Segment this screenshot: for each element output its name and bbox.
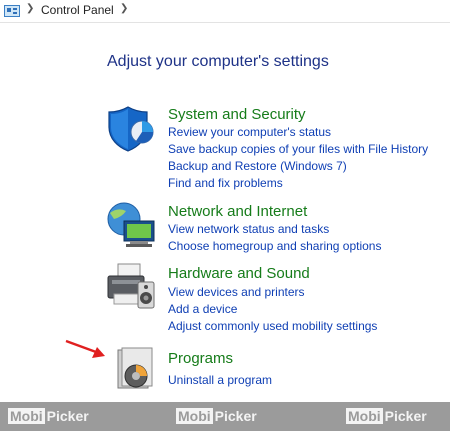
- link-add-device[interactable]: Add a device: [168, 302, 237, 316]
- category-system-security[interactable]: System and Security: [168, 106, 306, 123]
- link-uninstall-program[interactable]: Uninstall a program: [168, 373, 272, 387]
- breadcrumb-control-panel[interactable]: Control Panel: [41, 3, 114, 17]
- category-network-internet[interactable]: Network and Internet: [168, 203, 307, 220]
- link-devices-printers[interactable]: View devices and printers: [168, 285, 305, 299]
- page-title: Adjust your computer's settings: [107, 53, 329, 70]
- link-backup-restore[interactable]: Backup and Restore (Windows 7): [168, 159, 347, 173]
- link-mobility-settings[interactable]: Adjust commonly used mobility settings: [168, 319, 377, 333]
- programs-disc-icon: [117, 347, 153, 389]
- chevron-right-icon[interactable]: ❯: [120, 3, 128, 14]
- watermark: Mobi Picker: [176, 408, 257, 424]
- chevron-right-icon[interactable]: ❯: [26, 3, 34, 14]
- link-find-fix[interactable]: Find and fix problems: [168, 176, 283, 190]
- shield-icon: [108, 106, 154, 152]
- link-review-status[interactable]: Review your computer's status: [168, 125, 331, 139]
- printer-speaker-icon: [107, 263, 155, 309]
- annotation-arrow-icon: [65, 339, 105, 358]
- control-panel-icon: [4, 5, 20, 17]
- category-hardware-sound[interactable]: Hardware and Sound: [168, 265, 310, 282]
- watermark: Mobi Picker: [346, 408, 427, 424]
- address-bar: ❯ Control Panel ❯: [0, 0, 450, 23]
- watermark: Mobi Picker: [8, 408, 89, 424]
- category-programs[interactable]: Programs: [168, 350, 233, 367]
- link-homegroup[interactable]: Choose homegroup and sharing options: [168, 239, 381, 253]
- link-network-status[interactable]: View network status and tasks: [168, 222, 329, 236]
- network-globe-icon: [107, 202, 155, 247]
- link-file-history[interactable]: Save backup copies of your files with Fi…: [168, 142, 428, 156]
